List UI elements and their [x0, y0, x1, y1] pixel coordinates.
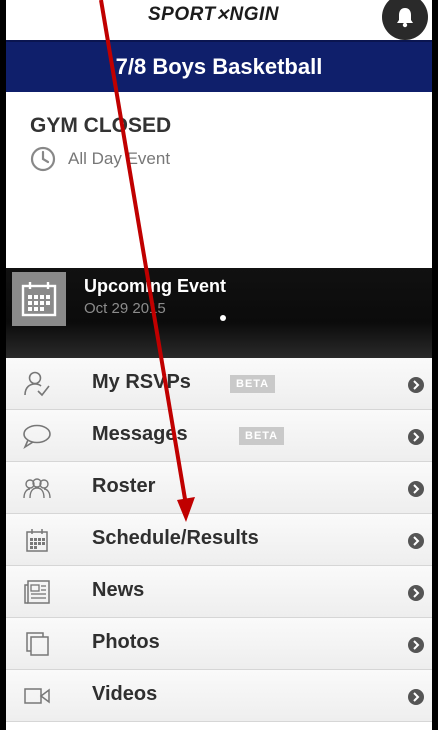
chevron-right-icon: [408, 481, 424, 497]
notifications-button[interactable]: [382, 0, 428, 40]
event-time: All Day Event: [30, 146, 170, 172]
menu-item-videos[interactable]: Videos: [6, 670, 432, 722]
chevron-right-icon: [408, 377, 424, 393]
chevron-right-icon: [408, 689, 424, 705]
event-time-text: All Day Event: [68, 149, 171, 168]
logo-mark: ✕: [215, 7, 230, 24]
bell-icon: [397, 8, 413, 28]
clock-icon: [30, 146, 56, 172]
chevron-right-icon: [408, 637, 424, 653]
carousel-dot[interactable]: [220, 315, 226, 321]
news-icon: [22, 578, 52, 606]
menu-item-label: News: [92, 579, 145, 601]
upcoming-event-date: Oct 29 2015: [84, 300, 166, 317]
chevron-right-icon: [408, 429, 424, 445]
event-title: GYM CLOSED: [30, 114, 172, 137]
calendar-icon: [22, 526, 52, 554]
menu-item-label: Messages: [92, 423, 188, 445]
menu-item-news[interactable]: News: [6, 566, 432, 618]
photos-icon: [22, 630, 52, 658]
logo-text: SPORT: [148, 4, 216, 25]
upcoming-event-banner[interactable]: Upcoming Event Oct 29 2015: [6, 268, 432, 358]
menu-item-messages[interactable]: Messages BETA: [6, 410, 432, 462]
roster-icon: [22, 474, 52, 502]
top-bar: SPORT✕NGIN: [6, 0, 432, 40]
menu-item-label: Videos: [92, 683, 158, 705]
team-menu: My RSVPs BETA Messages BETA Roster Sched…: [6, 358, 432, 722]
menu-item-label: Schedule/Results: [92, 527, 259, 549]
chevron-right-icon: [408, 533, 424, 549]
upcoming-event-label: Upcoming Event: [84, 276, 227, 296]
beta-badge: BETA: [230, 375, 276, 393]
menu-item-label: Roster: [92, 475, 156, 497]
rsvp-icon: [22, 370, 52, 398]
menu-item-photos[interactable]: Photos: [6, 618, 432, 670]
team-name: 7/8 Boys Basketball: [115, 54, 323, 79]
menu-item-schedule-results[interactable]: Schedule/Results: [6, 514, 432, 566]
logo-text-2: NGIN: [229, 4, 280, 25]
beta-badge: BETA: [239, 427, 285, 445]
sportngin-logo: SPORT✕NGIN: [148, 4, 279, 26]
app-screen: SPORT✕NGIN 7/8 Boys Basketball GYM CLOSE…: [6, 0, 432, 730]
menu-item-label: Photos: [92, 631, 160, 653]
event-panel[interactable]: GYM CLOSED All Day Event: [6, 92, 432, 268]
team-title-bar: 7/8 Boys Basketball: [6, 40, 432, 92]
video-icon: [22, 682, 52, 710]
menu-item-label: My RSVPs: [92, 371, 191, 393]
menu-item-roster[interactable]: Roster: [6, 462, 432, 514]
calendar-icon: [12, 272, 66, 326]
messages-icon: [22, 422, 52, 450]
chevron-right-icon: [408, 585, 424, 601]
menu-item-my-rsvps[interactable]: My RSVPs BETA: [6, 358, 432, 410]
